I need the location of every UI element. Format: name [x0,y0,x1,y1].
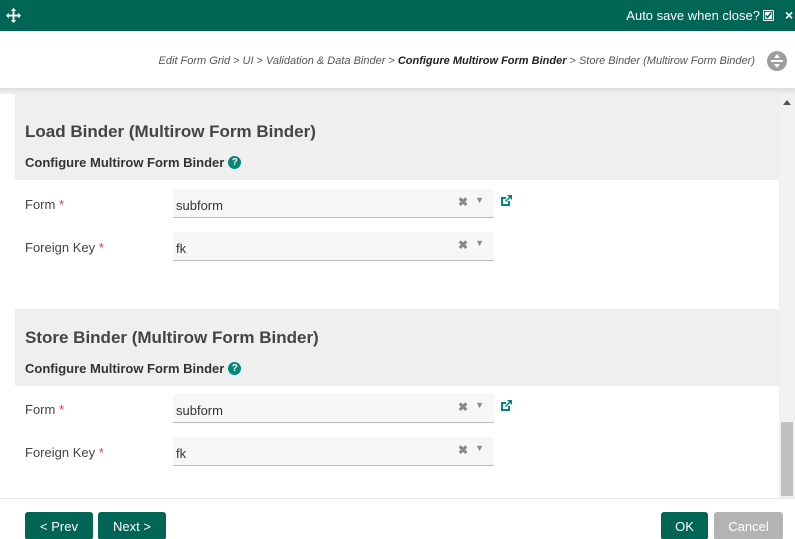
dropdown-arrow-icon[interactable]: ▼ [475,238,484,248]
scrollbar-thumb[interactable] [781,422,793,496]
load-form-value: subform [176,198,223,213]
required-marker: * [98,445,104,460]
navigator-icon[interactable] [766,50,788,72]
load-fk-select[interactable]: fk ✖ ▼ [173,232,494,261]
load-binder-subtitle-text: Configure Multirow Form Binder [25,155,225,170]
next-button[interactable]: Next > [98,512,166,539]
breadcrumb-item[interactable]: Edit Form Grid [159,55,231,67]
breadcrumb-trail: Edit Form Grid > UI > Validation & Data Bind… [159,55,755,67]
load-binder-title: Load Binder (Multirow Form Binder) [25,122,316,141]
clear-icon[interactable]: ✖ [458,195,468,209]
store-form-label: Form * [25,402,64,417]
help-icon[interactable]: ? [228,156,242,169]
dropdown-arrow-icon[interactable]: ▼ [475,195,484,205]
property-panel: Load Binder (Multirow Form Binder) Confi… [15,94,779,498]
close-icon[interactable]: × [785,7,795,23]
dropdown-arrow-icon[interactable]: ▼ [475,400,484,410]
autosave-checkbox[interactable] [763,10,774,21]
scrollbar[interactable] [779,94,795,498]
load-form-select[interactable]: subform ✖ ▼ [173,189,494,218]
help-icon[interactable]: ? [228,362,242,375]
store-fk-select[interactable]: fk ✖ ▼ [173,437,494,466]
load-form-label-text: Form [25,197,56,212]
load-fk-label-text: Foreign Key [25,240,96,255]
clear-icon[interactable]: ✖ [458,238,468,252]
scroll-up-arrow-icon[interactable] [783,100,791,105]
clear-icon[interactable]: ✖ [458,443,468,457]
load-fk-value: fk [176,241,187,256]
store-form-label-text: Form [25,402,56,417]
check-icon [764,11,773,20]
load-fk-row: Foreign Key * fk ✖ ▼ [15,232,779,262]
breadcrumb-item[interactable]: Store Binder (Multirow Form Binder) [579,55,755,67]
load-binder-header: Load Binder (Multirow Form Binder) Confi… [15,94,779,180]
prev-button[interactable]: < Prev [25,512,93,539]
clear-icon[interactable]: ✖ [458,400,468,414]
breadcrumb-current: Configure Multirow Form Binder [397,55,567,67]
load-form-label: Form * [25,197,64,212]
store-binder-subtitle: Configure Multirow Form Binder ? [25,361,242,376]
store-fk-label-text: Foreign Key [25,445,96,460]
breadcrumb-item[interactable]: Validation & Data Binder [266,55,385,67]
external-link-icon[interactable] [499,194,513,208]
store-fk-row: Foreign Key * fk ✖ ▼ [15,437,779,467]
required-marker: * [58,402,65,417]
breadcrumb-separator: > [233,55,240,67]
breadcrumb: Edit Form Grid > UI > Validation & Data Bind… [0,31,795,91]
dialog-footer: < Prev Next > OK Cancel [0,498,795,539]
store-form-row: Form * subform ✖ ▼ [15,394,779,424]
store-binder-subtitle-text: Configure Multirow Form Binder [25,361,225,376]
autosave-toggle[interactable]: Auto save when close? [626,8,774,23]
dropdown-arrow-icon[interactable]: ▼ [475,443,484,453]
store-fk-value: fk [176,446,187,461]
store-form-select[interactable]: subform ✖ ▼ [173,394,494,423]
breadcrumb-separator: > [569,55,576,67]
cancel-button[interactable]: Cancel [714,512,783,539]
external-link-icon[interactable] [499,399,513,413]
required-marker: * [58,197,65,212]
required-marker: * [98,240,104,255]
store-binder-header: Store Binder (Multirow Form Binder) Conf… [15,309,779,386]
dialog-titlebar: Auto save when close? × [0,0,795,31]
load-fk-label: Foreign Key * [25,240,104,255]
move-arrows-icon[interactable] [6,8,21,23]
breadcrumb-separator: > [388,55,395,67]
store-binder-title: Store Binder (Multirow Form Binder) [25,328,319,347]
store-form-value: subform [176,403,223,418]
load-form-row: Form * subform ✖ ▼ [15,189,779,219]
ok-button[interactable]: OK [661,512,708,539]
autosave-label: Auto save when close? [626,8,760,23]
breadcrumb-separator: > [256,55,263,67]
breadcrumb-item[interactable]: UI [243,55,254,67]
store-fk-label: Foreign Key * [25,445,104,460]
load-binder-subtitle: Configure Multirow Form Binder ? [25,155,242,170]
